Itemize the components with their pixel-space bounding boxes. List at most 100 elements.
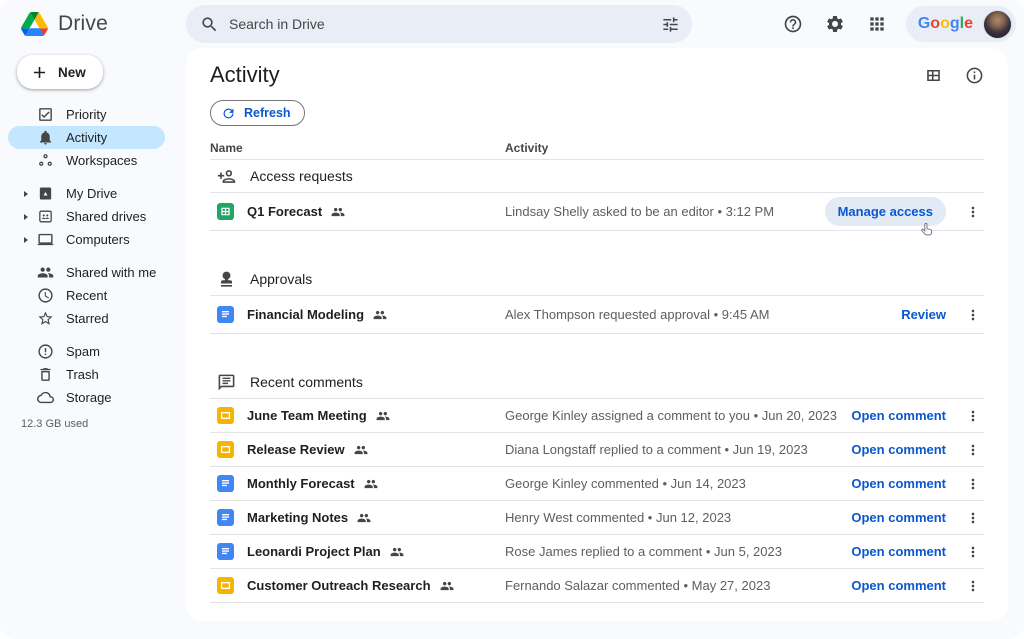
account-pill: Google bbox=[905, 6, 1016, 42]
sidebar-item-my-drive[interactable]: My Drive bbox=[8, 182, 165, 205]
table-header: Name Activity bbox=[210, 136, 984, 160]
storage-used-label: 12.3 GB used bbox=[21, 418, 89, 430]
shared-people-icon bbox=[390, 545, 404, 559]
section-title: Approvals bbox=[250, 271, 313, 287]
sidebar-item-shared-drives[interactable]: Shared drives bbox=[8, 205, 165, 228]
new-button[interactable]: New bbox=[17, 55, 103, 89]
more-options-icon[interactable] bbox=[965, 578, 981, 594]
file-name: Financial Modeling bbox=[247, 307, 365, 322]
mouse-cursor bbox=[919, 222, 936, 239]
activity-description: George Kinley commented • Jun 14, 2023 bbox=[505, 476, 746, 491]
activity-section: Approvals Financial Modeling Alex Thomps… bbox=[210, 263, 984, 334]
settings-gear-icon[interactable] bbox=[818, 7, 852, 41]
sidebar-item-activity[interactable]: Activity bbox=[8, 126, 165, 149]
drive-logo-icon bbox=[21, 12, 48, 36]
expand-caret-icon[interactable] bbox=[24, 214, 37, 220]
open-comment-button[interactable]: Open comment bbox=[851, 469, 946, 498]
help-icon[interactable] bbox=[776, 7, 810, 41]
grid-view-icon[interactable] bbox=[924, 66, 943, 85]
sidebar-item-label: Spam bbox=[66, 344, 100, 359]
expand-caret-icon[interactable] bbox=[24, 191, 37, 197]
section-header: Recent comments bbox=[210, 366, 984, 399]
sidebar-item-recent[interactable]: Recent bbox=[8, 284, 165, 307]
activity-row[interactable]: Customer Outreach Research Fernando Sala… bbox=[210, 569, 984, 603]
user-avatar[interactable] bbox=[983, 9, 1012, 39]
docs-file-icon bbox=[217, 543, 234, 560]
activity-row[interactable]: Leonardi Project Plan Rose James replied… bbox=[210, 535, 984, 569]
sidebar-item-label: Activity bbox=[66, 130, 108, 145]
activity-row[interactable]: Marketing Notes Henry West commented • J… bbox=[210, 501, 984, 535]
sidebar-item-label: My Drive bbox=[66, 186, 118, 201]
refresh-label: Refresh bbox=[244, 106, 291, 120]
more-options-icon[interactable] bbox=[965, 442, 981, 458]
activity-description: George Kinley assigned a comment to you … bbox=[505, 408, 837, 423]
column-header-activity: Activity bbox=[505, 140, 549, 155]
more-options-icon[interactable] bbox=[965, 204, 981, 220]
search-bar[interactable] bbox=[186, 5, 692, 43]
sidebar-item-shared-with-me[interactable]: Shared with me bbox=[8, 261, 165, 284]
sidebar-item-label: Trash bbox=[66, 367, 99, 382]
refresh-button[interactable]: Refresh bbox=[210, 100, 305, 126]
star-icon bbox=[37, 310, 54, 327]
shared-people-icon bbox=[376, 409, 390, 423]
workspaces-icon bbox=[37, 152, 54, 169]
slides-file-icon bbox=[217, 441, 234, 458]
sidebar-item-starred[interactable]: Starred bbox=[8, 307, 165, 330]
more-options-icon[interactable] bbox=[965, 544, 981, 560]
shared-people-icon bbox=[354, 443, 368, 457]
review-button[interactable]: Review bbox=[901, 300, 946, 329]
approval-icon bbox=[217, 270, 236, 289]
sidebar-item-label: Shared drives bbox=[66, 209, 147, 224]
sidebar-item-label: Shared with me bbox=[66, 265, 157, 280]
more-options-icon[interactable] bbox=[965, 476, 981, 492]
activity-row[interactable]: June Team Meeting George Kinley assigned… bbox=[210, 399, 984, 433]
app-title: Drive bbox=[58, 12, 109, 35]
sidebar-item-label: Recent bbox=[66, 288, 108, 303]
sidebar-item-trash[interactable]: Trash bbox=[8, 363, 165, 386]
sidebar-item-label: Starred bbox=[66, 311, 109, 326]
open-comment-button[interactable]: Open comment bbox=[851, 435, 946, 464]
slides-file-icon bbox=[217, 577, 234, 594]
search-filters-icon[interactable] bbox=[661, 15, 680, 34]
priority-icon bbox=[37, 106, 54, 123]
activity-row[interactable]: Release Review Diana Longstaff replied t… bbox=[210, 433, 984, 467]
slides-file-icon bbox=[217, 407, 234, 424]
activity-section: Access requests Q1 Forecast Lindsay Shel… bbox=[210, 160, 984, 236]
section-header: Approvals bbox=[210, 263, 984, 296]
google-apps-grid-icon[interactable] bbox=[860, 7, 894, 41]
section-title: Recent comments bbox=[250, 374, 363, 390]
open-comment-button[interactable]: Open comment bbox=[851, 537, 946, 566]
docs-file-icon bbox=[217, 509, 234, 526]
shared-people-icon bbox=[373, 308, 387, 322]
more-options-icon[interactable] bbox=[965, 510, 981, 526]
sidebar-item-priority[interactable]: Priority bbox=[8, 103, 165, 126]
computers-icon bbox=[37, 231, 54, 248]
sidebar-item-storage[interactable]: Storage bbox=[8, 386, 165, 409]
sidebar-item-computers[interactable]: Computers bbox=[8, 228, 165, 251]
more-options-icon[interactable] bbox=[965, 307, 981, 323]
activity-row[interactable]: Financial Modeling Alex Thompson request… bbox=[210, 296, 984, 334]
sidebar-item-spam[interactable]: Spam bbox=[8, 340, 165, 363]
expand-caret-icon[interactable] bbox=[24, 237, 37, 243]
drive-brand: Drive bbox=[0, 12, 186, 36]
info-icon[interactable] bbox=[965, 66, 984, 85]
file-name: Q1 Forecast bbox=[247, 204, 323, 219]
open-comment-button[interactable]: Open comment bbox=[851, 401, 946, 430]
activity-row[interactable]: Q1 Forecast Lindsay Shelly asked to be a… bbox=[210, 193, 984, 236]
trash-icon bbox=[37, 366, 54, 383]
open-comment-button[interactable]: Open comment bbox=[851, 571, 946, 600]
file-name: Release Review bbox=[247, 442, 345, 457]
search-input[interactable] bbox=[229, 16, 651, 32]
sidebar-item-workspaces[interactable]: Workspaces bbox=[8, 149, 165, 172]
file-name: Marketing Notes bbox=[247, 510, 349, 525]
activity-row[interactable]: Monthly Forecast George Kinley commented… bbox=[210, 467, 984, 501]
page-title: Activity bbox=[210, 62, 280, 87]
my-drive-icon bbox=[37, 185, 54, 202]
docs-file-icon bbox=[217, 306, 234, 323]
open-comment-button[interactable]: Open comment bbox=[851, 503, 946, 532]
more-options-icon[interactable] bbox=[965, 408, 981, 424]
people-icon bbox=[37, 264, 54, 281]
topbar: Drive Google bbox=[0, 0, 1024, 48]
shared-people-icon bbox=[357, 511, 371, 525]
file-name: Monthly Forecast bbox=[247, 476, 355, 491]
